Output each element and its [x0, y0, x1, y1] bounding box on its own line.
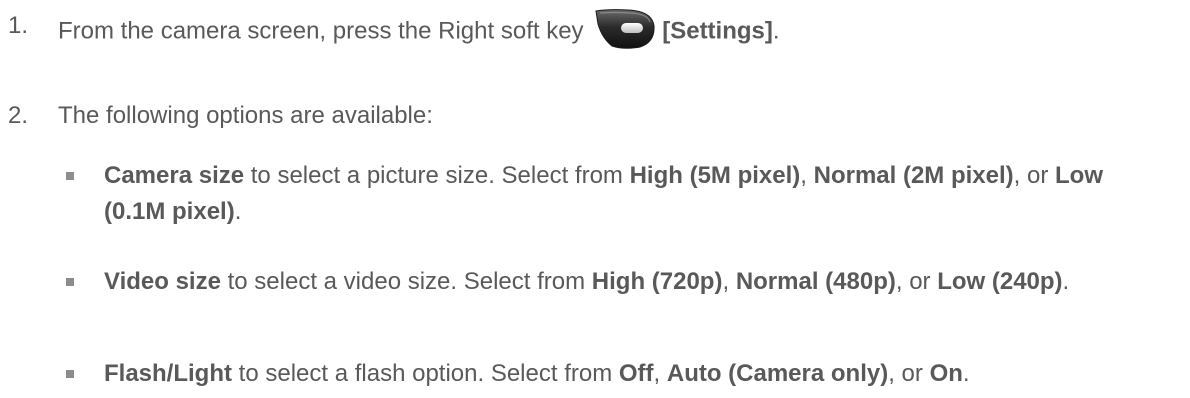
separator: , or [1013, 162, 1055, 189]
option-name: Flash/Light [104, 360, 232, 387]
step-text-lead: From the camera screen, press the Right … [58, 17, 591, 45]
bullet-marker [66, 370, 74, 378]
option-text: Camera size to select a picture size. Se… [104, 158, 1164, 230]
option-choice: High (5M pixel) [629, 162, 801, 189]
separator: , [653, 360, 667, 387]
step-number: 2. [8, 102, 29, 129]
step-text: From the camera screen, press the Right … [58, 8, 780, 53]
bullet-marker [66, 278, 74, 286]
bullet-marker [66, 172, 74, 180]
option-choice: Auto (Camera only) [666, 360, 889, 387]
separator: , [722, 268, 736, 295]
separator: , or [895, 268, 938, 295]
option-desc: to select a picture size. Select from [244, 162, 630, 189]
settings-label: [Settings] [662, 17, 773, 45]
document-page: 1. From the camera screen, press the Rig… [0, 0, 1190, 398]
step-number: 1. [8, 12, 29, 39]
option-choice: High (720p) [591, 268, 723, 295]
option-name: Video size [104, 268, 221, 295]
step-text: The following options are available: [58, 102, 433, 129]
option-choice: Off [618, 360, 654, 387]
option-text: Flash/Light to select a flash option. Se… [104, 356, 1164, 392]
option-choice: Normal (480p) [735, 268, 896, 295]
step-text-end: . [772, 17, 780, 45]
option-desc: to select a video size. Select from [220, 268, 592, 295]
sentence-end: . [234, 198, 242, 225]
right-soft-key-icon [594, 8, 656, 50]
sentence-end: . [962, 360, 970, 387]
option-choice: Low (240p) [937, 268, 1063, 295]
option-text: Video size to select a video size. Selec… [104, 264, 1164, 300]
option-name: Camera size [104, 162, 245, 189]
separator: , [800, 162, 814, 189]
option-choice: Normal (2M pixel) [813, 162, 1014, 189]
sentence-end: . [1062, 268, 1070, 295]
separator: , or [888, 360, 930, 387]
option-desc: to select a flash option. Select from [232, 360, 619, 387]
option-choice: On [929, 360, 963, 387]
